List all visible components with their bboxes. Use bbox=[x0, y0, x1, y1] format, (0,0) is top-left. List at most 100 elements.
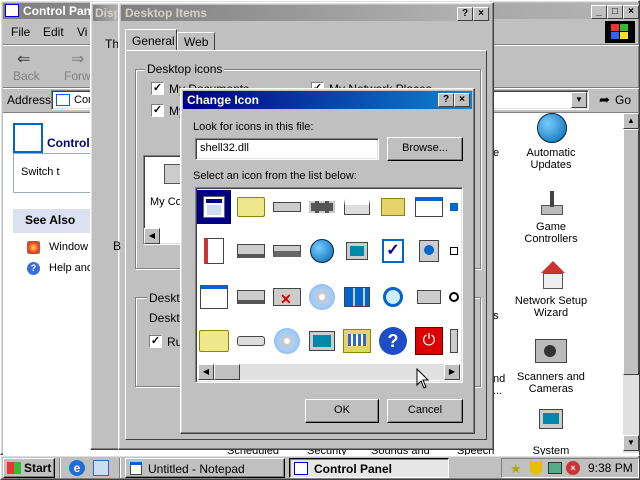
menu-view[interactable]: Vi bbox=[77, 25, 87, 39]
go-label[interactable]: Go bbox=[615, 93, 631, 107]
scroll-thumb[interactable] bbox=[623, 129, 639, 375]
cd-icon[interactable] bbox=[270, 324, 304, 358]
change-icon-titlebar[interactable]: Change Icon ? × bbox=[183, 91, 472, 109]
network-tree-icon[interactable] bbox=[340, 280, 374, 314]
browse-button[interactable]: Browse... bbox=[387, 137, 463, 161]
tray-security-icon[interactable]: × bbox=[566, 461, 580, 475]
tab-web[interactable]: Web bbox=[177, 32, 215, 51]
automatic-updates-item[interactable]: Automatic Updates bbox=[511, 113, 591, 173]
display-tab-partial[interactable]: Th bbox=[105, 37, 119, 51]
partial-icon-r2[interactable] bbox=[446, 234, 462, 268]
desktop-items-title: Desktop Items bbox=[125, 6, 208, 20]
drive-disconnect-icon[interactable]: ✕ bbox=[270, 280, 304, 314]
folder-open-icon[interactable] bbox=[234, 190, 268, 224]
drive-arrow-icon[interactable] bbox=[412, 280, 446, 314]
tab-web-label: Web bbox=[184, 35, 209, 49]
window-app-icon[interactable] bbox=[197, 190, 231, 224]
globe-icon[interactable] bbox=[305, 234, 339, 268]
partial-icon-r4[interactable] bbox=[446, 324, 462, 358]
cancel-button[interactable]: Cancel bbox=[387, 399, 463, 423]
speaker-window-icon[interactable] bbox=[412, 234, 446, 268]
icon-list[interactable]: ✓ ✕ ? ⏻ ◀ ▶ bbox=[195, 187, 463, 383]
calendar-folder-icon[interactable] bbox=[340, 324, 374, 358]
window-list-icon[interactable] bbox=[412, 190, 446, 224]
desktop-items-titlebar[interactable]: Desktop Items ? × bbox=[121, 5, 491, 21]
scanners-cameras-item[interactable]: Scanners and Cameras bbox=[511, 337, 591, 401]
game-controllers-item[interactable]: Game Controllers bbox=[511, 187, 591, 247]
network-drive-icon[interactable] bbox=[234, 234, 268, 268]
display-titlebar[interactable]: Disp bbox=[93, 5, 121, 21]
network-setup-wizard-item[interactable]: Network Setup Wizard bbox=[511, 261, 591, 325]
tray-shield-icon[interactable] bbox=[530, 461, 542, 475]
scroll-down-button[interactable]: ▼ bbox=[623, 435, 639, 451]
menu-file[interactable]: File bbox=[11, 25, 30, 39]
magnifier-icon[interactable] bbox=[376, 280, 410, 314]
cd-drive-icon[interactable] bbox=[305, 280, 339, 314]
power-icon[interactable]: ⏻ bbox=[412, 324, 446, 358]
network-folder-icon[interactable] bbox=[376, 190, 410, 224]
partial-icon-r1[interactable] bbox=[446, 190, 462, 224]
desktop-items-help-button[interactable]: ? bbox=[457, 7, 473, 21]
go-arrow-icon[interactable]: ➦ bbox=[599, 92, 610, 108]
address-dropdown-button[interactable]: ▼ bbox=[571, 92, 587, 108]
desktop-icons-group-title: Desktop icons bbox=[145, 62, 225, 76]
ok-button[interactable]: OK bbox=[305, 399, 379, 423]
tray-network-icon[interactable] bbox=[548, 462, 562, 474]
icon-scroll-thumb[interactable] bbox=[214, 364, 240, 380]
start-windows-icon bbox=[7, 462, 21, 474]
windows-update-icon bbox=[27, 241, 40, 254]
icon-scroll-left-button[interactable]: ◀ bbox=[198, 364, 214, 380]
printer-icon[interactable] bbox=[340, 190, 374, 224]
maximize-button[interactable]: □ bbox=[607, 5, 623, 19]
floppy-icon[interactable] bbox=[234, 324, 268, 358]
minimize-button[interactable]: _ bbox=[591, 5, 607, 19]
icon-file-value: shell32.dll bbox=[200, 142, 249, 154]
tray-lamp-icon[interactable]: ★ bbox=[510, 461, 522, 477]
icon-file-input[interactable]: shell32.dll bbox=[195, 138, 379, 160]
scroll-up-button[interactable]: ▲ bbox=[623, 113, 639, 129]
back-button[interactable]: ⇐ Back bbox=[7, 49, 47, 83]
help-book-icon[interactable]: ? bbox=[376, 324, 410, 358]
computer-network-icon[interactable] bbox=[340, 234, 374, 268]
taskbar-control-panel-button[interactable]: Control Panel bbox=[289, 458, 449, 478]
close-button[interactable]: × bbox=[623, 5, 639, 19]
show-desktop-icon[interactable] bbox=[93, 460, 109, 476]
see-also-link-help[interactable]: Help and bbox=[49, 262, 93, 274]
run-cleanup-checkbox[interactable]: ✓ bbox=[149, 335, 162, 348]
chip-icon[interactable] bbox=[305, 190, 339, 224]
see-also-link-windows-update[interactable]: Window bbox=[49, 241, 88, 253]
content-scrollbar[interactable]: ▲ ▼ bbox=[623, 113, 639, 453]
ie-quicklaunch-icon[interactable]: e bbox=[69, 460, 85, 476]
change-icon-help-button[interactable]: ? bbox=[438, 93, 454, 107]
tray-clock[interactable]: 9:38 PM bbox=[588, 461, 633, 475]
icon-scroll-right-button[interactable]: ▶ bbox=[444, 364, 460, 380]
select-icon-label: Select an icon from the list below: bbox=[193, 170, 357, 182]
network-drive-2-icon[interactable] bbox=[270, 234, 304, 268]
my-documents-checkbox[interactable]: ✓ bbox=[151, 82, 164, 95]
preview-scroll-left[interactable]: ◀ bbox=[144, 228, 160, 244]
control-panel-task-label: Control Panel bbox=[314, 462, 393, 476]
check-window-icon[interactable]: ✓ bbox=[376, 234, 410, 268]
partial-icon-r3[interactable] bbox=[446, 280, 462, 314]
network-setup-wizard-label: Network Setup Wizard bbox=[514, 295, 588, 319]
folder-icon[interactable] bbox=[197, 324, 231, 358]
my-third-checkbox[interactable]: ✓ bbox=[151, 104, 164, 117]
computers-icon[interactable] bbox=[305, 324, 339, 358]
quick-launch-divider bbox=[59, 458, 61, 478]
change-icon-title: Change Icon bbox=[187, 93, 260, 107]
left-pane-subtitle[interactable]: Switch t bbox=[21, 166, 60, 178]
change-icon-close-button[interactable]: × bbox=[454, 93, 470, 107]
start-button[interactable]: Start bbox=[3, 458, 55, 478]
desktop-items-close-button[interactable]: × bbox=[473, 7, 489, 21]
browse-button-label: Browse... bbox=[402, 142, 448, 154]
computer-icon bbox=[539, 409, 563, 429]
tab-general[interactable]: General bbox=[125, 29, 177, 51]
system-item[interactable]: System bbox=[511, 407, 591, 457]
blank-window-icon[interactable] bbox=[197, 280, 231, 314]
drive-icon[interactable] bbox=[270, 190, 304, 224]
system-tray: ★ × 9:38 PM bbox=[501, 458, 639, 478]
taskbar-notepad-button[interactable]: Untitled - Notepad bbox=[125, 458, 285, 478]
document-icon[interactable] bbox=[197, 234, 231, 268]
menu-edit[interactable]: Edit bbox=[43, 25, 64, 39]
drive-shared-icon[interactable] bbox=[234, 280, 268, 314]
